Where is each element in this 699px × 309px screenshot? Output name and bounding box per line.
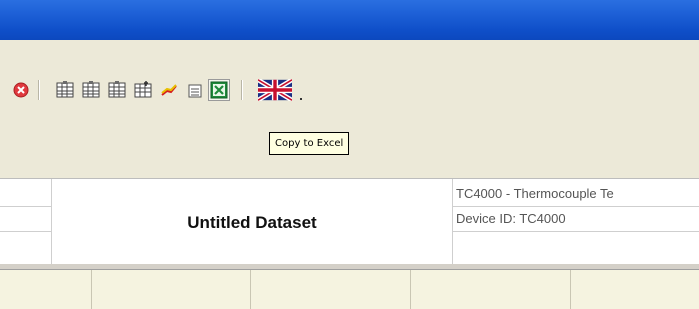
column-separator[interactable]: [410, 270, 411, 309]
grid-line: [452, 179, 453, 264]
grid-line: [0, 206, 52, 207]
menu-bar: [0, 40, 699, 68]
grid-line: [452, 231, 699, 232]
column-separator[interactable]: [570, 270, 571, 309]
excel-icon[interactable]: [208, 79, 230, 105]
model-line: TC4000 - Thermocouple Te: [456, 186, 614, 201]
stop-icon[interactable]: [13, 82, 29, 102]
uk-flag-icon[interactable]: [256, 77, 294, 105]
column-header-row: [0, 270, 699, 309]
device-id: Device ID: TC4000: [456, 211, 566, 226]
calculator-icon[interactable]: [188, 83, 202, 102]
toolbar-separator: [38, 80, 40, 100]
chevron-down-icon[interactable]: [298, 87, 304, 106]
chart-line-icon[interactable]: [160, 82, 178, 102]
table-4-icon[interactable]: [133, 80, 153, 104]
tooltip-copy-to-excel: Copy to Excel: [269, 132, 350, 155]
column-separator[interactable]: [91, 270, 92, 309]
table-2-icon[interactable]: [81, 80, 101, 104]
grid-line: [452, 206, 699, 207]
table-1-icon[interactable]: [55, 80, 75, 104]
toolbar: [0, 68, 699, 113]
title-bar: [0, 0, 699, 40]
toolbar-separator: [241, 80, 243, 100]
grid-line: [0, 231, 52, 232]
table-3-icon[interactable]: [107, 80, 127, 104]
content-area: [0, 112, 699, 178]
column-separator[interactable]: [250, 270, 251, 309]
dataset-title[interactable]: Untitled Dataset: [52, 196, 452, 250]
